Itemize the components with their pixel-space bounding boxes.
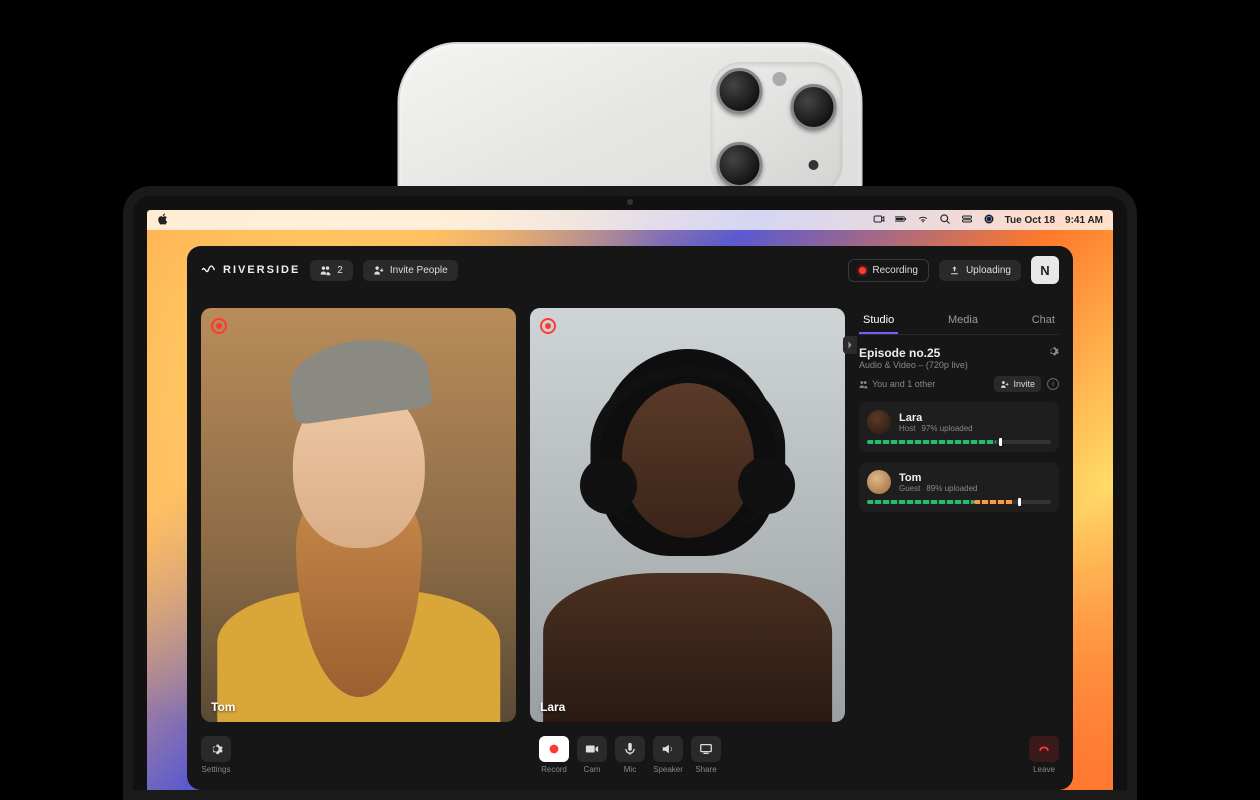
cam-button[interactable]: Cam — [577, 736, 607, 774]
tile-name: Lara — [540, 700, 565, 714]
participant-card-lara[interactable]: Lara Host 97% uploaded — [859, 402, 1059, 452]
participant-name: Tom — [899, 472, 978, 484]
invite-people-label: Invite People — [390, 265, 448, 276]
speaker-button[interactable]: Speaker — [653, 736, 683, 774]
side-panel: Studio Media Chat Episode no.25 Audio & … — [859, 308, 1059, 722]
laptop-camera-dot — [627, 199, 633, 205]
user-initial: N — [1040, 263, 1049, 278]
upload-progress — [867, 500, 1051, 504]
riverside-logo: RIVERSIDE — [201, 262, 300, 278]
leave-button[interactable]: Leave — [1029, 736, 1059, 774]
app-header: RIVERSIDE 2 Invite People Recording — [187, 246, 1073, 294]
battery-icon[interactable] — [895, 213, 907, 228]
search-icon[interactable] — [939, 213, 951, 228]
participant-upload: 97% uploaded — [921, 424, 972, 433]
share-button[interactable]: Share — [691, 736, 721, 774]
participant-count-pill[interactable]: 2 — [310, 260, 353, 281]
participant-role: Host — [899, 424, 915, 433]
participant-count: 2 — [337, 265, 343, 276]
side-invite-button[interactable]: Invite — [994, 376, 1041, 392]
recording-label: Recording — [872, 265, 918, 276]
avatar — [867, 470, 891, 494]
macos-menubar: Tue Oct 18 9:41 AM — [147, 210, 1113, 230]
presence-text: You and 1 other — [872, 379, 935, 389]
episode-subtitle: Audio & Video – (720p live) — [859, 360, 1059, 370]
menubar-time[interactable]: 9:41 AM — [1065, 215, 1103, 226]
episode-title: Episode no.25 — [859, 346, 940, 360]
participant-name: Lara — [899, 412, 973, 424]
menubar-date[interactable]: Tue Oct 18 — [1005, 215, 1055, 226]
avatar — [867, 410, 891, 434]
participant-role: Guest — [899, 484, 920, 493]
recording-dot-icon — [859, 267, 866, 274]
tab-studio[interactable]: Studio — [859, 308, 898, 334]
user-avatar[interactable]: N — [1031, 256, 1059, 284]
tile-name: Tom — [211, 700, 235, 714]
recording-indicator-icon — [540, 318, 556, 334]
bottom-controls: Settings Record Cam Mic — [187, 736, 1073, 790]
video-tile-tom[interactable]: Tom — [201, 308, 516, 722]
mic-button[interactable]: Mic — [615, 736, 645, 774]
tab-chat[interactable]: Chat — [1028, 308, 1059, 334]
collapse-panel-button[interactable] — [843, 336, 857, 354]
tab-media[interactable]: Media — [944, 308, 982, 334]
participant-card-tom[interactable]: Tom Guest 89% uploaded — [859, 462, 1059, 512]
continuity-camera-icon[interactable] — [873, 213, 885, 228]
side-tabs: Studio Media Chat — [859, 308, 1059, 335]
upload-progress — [867, 440, 1051, 444]
desktop-screen: Tue Oct 18 9:41 AM RIVERSIDE 2 — [147, 210, 1113, 790]
apple-menu-icon[interactable] — [157, 213, 169, 228]
info-icon[interactable]: i — [1047, 378, 1059, 390]
brand-text: RIVERSIDE — [223, 264, 300, 276]
video-grid: Tom Lara — [201, 308, 845, 722]
siri-icon[interactable] — [983, 213, 995, 228]
recording-status: Recording — [848, 259, 929, 282]
uploading-status[interactable]: Uploading — [939, 260, 1021, 281]
record-button[interactable]: Record — [539, 736, 569, 774]
episode-settings-button[interactable] — [1047, 345, 1059, 360]
riverside-app-window: RIVERSIDE 2 Invite People Recording — [187, 246, 1073, 790]
laptop-frame: Tue Oct 18 9:41 AM RIVERSIDE 2 — [123, 186, 1137, 800]
phone-camera-module — [711, 62, 843, 194]
participant-upload: 89% uploaded — [926, 484, 977, 493]
wifi-icon[interactable] — [917, 213, 929, 228]
recording-indicator-icon — [211, 318, 227, 334]
video-tile-lara[interactable]: Lara — [530, 308, 845, 722]
uploading-label: Uploading — [966, 265, 1011, 276]
settings-button[interactable]: Settings — [201, 736, 231, 774]
invite-people-button[interactable]: Invite People — [363, 260, 458, 281]
control-center-icon[interactable] — [961, 213, 973, 228]
